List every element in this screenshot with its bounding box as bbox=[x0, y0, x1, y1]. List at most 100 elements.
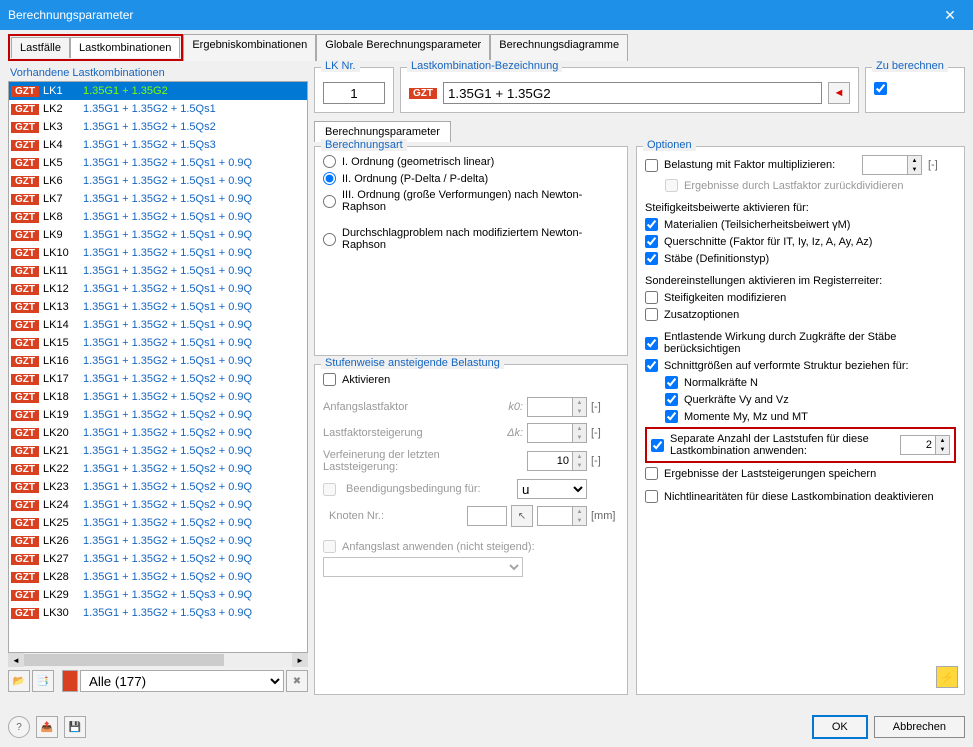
tab-ergebniskombinationen[interactable]: Ergebniskombinationen bbox=[183, 34, 316, 61]
check-schnittgroessen[interactable]: Schnittgrößen auf verformte Struktur bez… bbox=[645, 357, 956, 374]
list-row[interactable]: GZTLK211.35G1 + 1.35G2 + 1.5Qs2 + 0.9Q bbox=[9, 442, 307, 460]
check-materialien[interactable]: Materialien (Teilsicherheitsbeiwert γM) bbox=[645, 216, 956, 233]
gzt-badge: GZT bbox=[11, 230, 39, 241]
lightning-icon[interactable]: ⚡ bbox=[936, 666, 958, 688]
color-box-icon[interactable] bbox=[62, 670, 78, 692]
lc-name: LK12 bbox=[41, 283, 81, 295]
help-icon[interactable]: ? bbox=[8, 716, 30, 738]
list-row[interactable]: GZTLK51.35G1 + 1.35G2 + 1.5Qs1 + 0.9Q bbox=[9, 154, 307, 172]
cancel-button[interactable]: Abbrechen bbox=[874, 716, 965, 738]
check-faktor[interactable] bbox=[645, 159, 658, 172]
check-steifigkeiten[interactable]: Steifigkeiten modifizieren bbox=[645, 289, 956, 306]
lc-name: LK21 bbox=[41, 445, 81, 457]
list-row[interactable]: GZTLK71.35G1 + 1.35G2 + 1.5Qs1 + 0.9Q bbox=[9, 190, 307, 208]
list-row[interactable]: GZTLK61.35G1 + 1.35G2 + 1.5Qs1 + 0.9Q bbox=[9, 172, 307, 190]
tab-diagramme[interactable]: Berechnungsdiagramme bbox=[490, 34, 628, 61]
list-row[interactable]: GZTLK251.35G1 + 1.35G2 + 1.5Qs2 + 0.9Q bbox=[9, 514, 307, 532]
check-querschnitte[interactable]: Querschnitte (Faktor für IT, Iy, Iz, A, … bbox=[645, 233, 956, 250]
list-row[interactable]: GZTLK161.35G1 + 1.35G2 + 1.5Qs1 + 0.9Q bbox=[9, 352, 307, 370]
h-scrollbar[interactable]: ◄ ► bbox=[8, 653, 308, 667]
lc-label: 1.35G1 + 1.35G2 + 1.5Qs2 + 0.9Q bbox=[83, 445, 305, 457]
check-staebe[interactable]: Stäbe (Definitionstyp) bbox=[645, 250, 956, 267]
h-scroll-thumb[interactable] bbox=[24, 654, 224, 666]
lc-label: 1.35G1 + 1.35G2 + 1.5Qs2 bbox=[83, 121, 305, 133]
row-beendigung: Beendigungsbedingung für: u bbox=[323, 476, 619, 502]
list-row[interactable]: GZTLK81.35G1 + 1.35G2 + 1.5Qs1 + 0.9Q bbox=[9, 208, 307, 226]
list-row[interactable]: GZTLK141.35G1 + 1.35G2 + 1.5Qs1 + 0.9Q bbox=[9, 316, 307, 334]
radio-durchschlag[interactable]: Durchschlagproblem nach modifiziertem Ne… bbox=[323, 225, 619, 253]
check-ergebnisse-speichern[interactable]: Ergebnisse der Laststeigerungen speicher… bbox=[645, 465, 956, 482]
dropdown-arrow-icon[interactable]: ◄ bbox=[828, 82, 850, 104]
row-knoten: Knoten Nr.: ↖ ▲▼ [mm] bbox=[323, 502, 619, 530]
check-momente[interactable]: Momente My, Mz und MT bbox=[645, 408, 956, 425]
filter-combo[interactable]: Alle (177) bbox=[80, 670, 284, 692]
save-icon[interactable]: 💾 bbox=[64, 716, 86, 738]
check-aktivieren[interactable]: Aktivieren bbox=[323, 371, 619, 388]
lc-name: LK3 bbox=[41, 121, 81, 133]
input-knoten[interactable] bbox=[467, 506, 507, 526]
list-row[interactable]: GZTLK271.35G1 + 1.35G2 + 1.5Qs2 + 0.9Q bbox=[9, 550, 307, 568]
check-separate-laststufen[interactable] bbox=[651, 439, 664, 452]
delete-icon[interactable]: ✖ bbox=[286, 670, 308, 692]
lc-name: LK2 bbox=[41, 103, 81, 115]
tab-lastkombinationen[interactable]: Lastkombinationen bbox=[70, 37, 180, 58]
list-row[interactable]: GZTLK201.35G1 + 1.35G2 + 1.5Qs2 + 0.9Q bbox=[9, 424, 307, 442]
input-knoten-val[interactable]: ▲▼ bbox=[537, 506, 587, 526]
list-row[interactable]: GZTLK101.35G1 + 1.35G2 + 1.5Qs1 + 0.9Q bbox=[9, 244, 307, 262]
list-row[interactable]: GZTLK291.35G1 + 1.35G2 + 1.5Qs3 + 0.9Q bbox=[9, 586, 307, 604]
list-row[interactable]: GZTLK31.35G1 + 1.35G2 + 1.5Qs2 bbox=[9, 118, 307, 136]
folder-copy-icon[interactable]: 📑 bbox=[32, 670, 54, 692]
list-row[interactable]: GZTLK171.35G1 + 1.35G2 + 1.5Qs2 + 0.9Q bbox=[9, 370, 307, 388]
gzt-badge: GZT bbox=[11, 284, 39, 295]
close-icon[interactable]: ✕ bbox=[935, 0, 965, 30]
check-normalkraefte[interactable]: Normalkräfte N bbox=[645, 374, 956, 391]
gzt-badge: GZT bbox=[11, 446, 39, 457]
spinner-laststufen[interactable]: 2▲▼ bbox=[900, 435, 950, 455]
export-icon[interactable]: 📤 bbox=[36, 716, 58, 738]
folder-open-icon[interactable]: 📂 bbox=[8, 670, 30, 692]
radio-ordnung-2[interactable]: II. Ordnung (P-Delta / P-delta) bbox=[323, 170, 619, 187]
select-beendigung[interactable]: u bbox=[517, 479, 587, 499]
scroll-left-icon[interactable]: ◄ bbox=[8, 653, 24, 667]
list-row[interactable]: GZTLK11.35G1 + 1.35G2 bbox=[9, 82, 307, 100]
tab-lastfaelle[interactable]: Lastfälle bbox=[11, 37, 70, 58]
radio-ordnung-1[interactable]: I. Ordnung (geometrisch linear) bbox=[323, 153, 619, 170]
group-optionen: Optionen Belastung mit Faktor multiplizi… bbox=[636, 146, 965, 695]
lc-label: 1.35G1 + 1.35G2 + 1.5Qs2 + 0.9Q bbox=[83, 409, 305, 421]
list-row[interactable]: GZTLK301.35G1 + 1.35G2 + 1.5Qs3 + 0.9Q bbox=[9, 604, 307, 622]
list-row[interactable]: GZTLK111.35G1 + 1.35G2 + 1.5Qs1 + 0.9Q bbox=[9, 262, 307, 280]
spinner-verfeinerung[interactable]: 10▲▼ bbox=[527, 451, 587, 471]
list-row[interactable]: GZTLK151.35G1 + 1.35G2 + 1.5Qs1 + 0.9Q bbox=[9, 334, 307, 352]
list-row[interactable]: GZTLK121.35G1 + 1.35G2 + 1.5Qs1 + 0.9Q bbox=[9, 280, 307, 298]
ok-button[interactable]: OK bbox=[812, 715, 868, 739]
list-row[interactable]: GZTLK91.35G1 + 1.35G2 + 1.5Qs1 + 0.9Q bbox=[9, 226, 307, 244]
list-row[interactable]: GZTLK41.35G1 + 1.35G2 + 1.5Qs3 bbox=[9, 136, 307, 154]
zu-checkbox[interactable] bbox=[874, 82, 887, 95]
lkbez-input[interactable] bbox=[443, 82, 822, 104]
highlight-separate-laststufen: Separate Anzahl der Laststufen für diese… bbox=[645, 427, 956, 463]
scroll-right-icon[interactable]: ► bbox=[292, 653, 308, 667]
list-row[interactable]: GZTLK131.35G1 + 1.35G2 + 1.5Qs1 + 0.9Q bbox=[9, 298, 307, 316]
lc-name: LK9 bbox=[41, 229, 81, 241]
check-zusatz[interactable]: Zusatzoptionen bbox=[645, 306, 956, 323]
list-row[interactable]: GZTLK241.35G1 + 1.35G2 + 1.5Qs2 + 0.9Q bbox=[9, 496, 307, 514]
list-row[interactable]: GZTLK181.35G1 + 1.35G2 + 1.5Qs2 + 0.9Q bbox=[9, 388, 307, 406]
list-row[interactable]: GZTLK191.35G1 + 1.35G2 + 1.5Qs2 + 0.9Q bbox=[9, 406, 307, 424]
check-nichtlinear-deakt[interactable]: Nichtlinearitäten für diese Lastkombinat… bbox=[645, 488, 956, 505]
list-row[interactable]: GZTLK281.35G1 + 1.35G2 + 1.5Qs2 + 0.9Q bbox=[9, 568, 307, 586]
check-entlastende[interactable]: Entlastende Wirkung durch Zugkräfte der … bbox=[645, 329, 956, 357]
check-querkraefte[interactable]: Querkräfte Vy and Vz bbox=[645, 391, 956, 408]
tab-globale[interactable]: Globale Berechnungsparameter bbox=[316, 34, 490, 61]
row-faktor: Belastung mit Faktor multiplizieren: ▲▼ … bbox=[645, 153, 956, 177]
spinner-faktor[interactable]: ▲▼ bbox=[862, 155, 922, 175]
list-row[interactable]: GZTLK231.35G1 + 1.35G2 + 1.5Qs2 + 0.9Q bbox=[9, 478, 307, 496]
list-row[interactable]: GZTLK221.35G1 + 1.35G2 + 1.5Qs2 + 0.9Q bbox=[9, 460, 307, 478]
list-row[interactable]: GZTLK21.35G1 + 1.35G2 + 1.5Qs1 bbox=[9, 100, 307, 118]
lknr-input[interactable] bbox=[323, 82, 385, 104]
spinner-k0[interactable]: ▲▼ bbox=[527, 397, 587, 417]
pick-icon[interactable]: ↖ bbox=[511, 505, 533, 527]
select-anfangslast bbox=[323, 557, 523, 577]
spinner-dk[interactable]: ▲▼ bbox=[527, 423, 587, 443]
radio-ordnung-3[interactable]: III. Ordnung (große Verformungen) nach N… bbox=[323, 187, 619, 215]
list-row[interactable]: GZTLK261.35G1 + 1.35G2 + 1.5Qs2 + 0.9Q bbox=[9, 532, 307, 550]
